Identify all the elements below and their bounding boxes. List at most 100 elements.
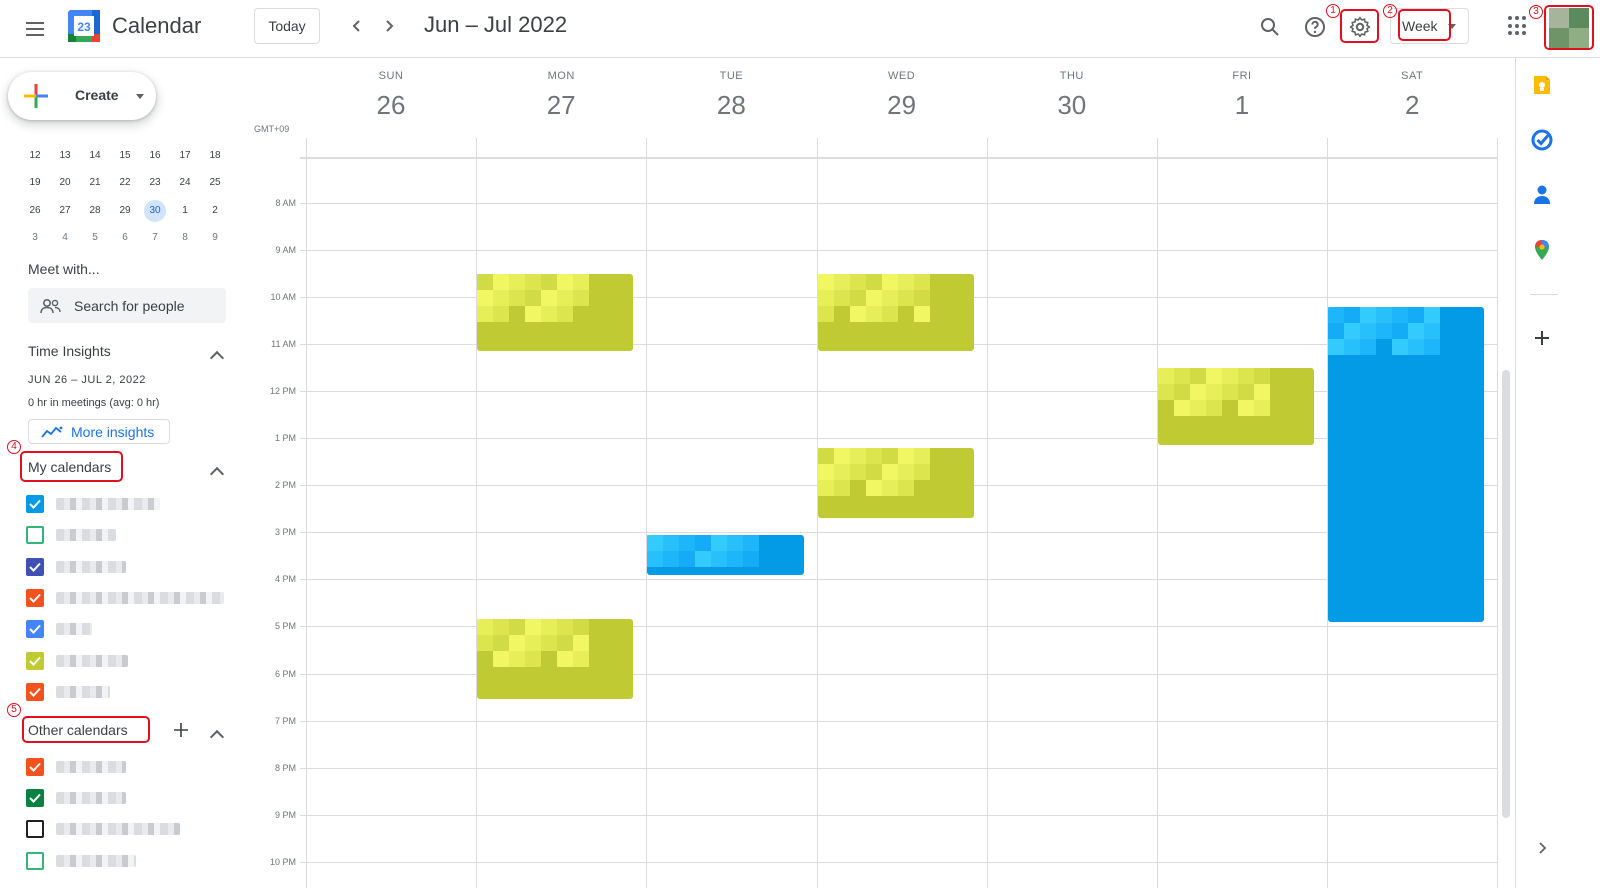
mini-calendar-day[interactable]: 25	[200, 172, 230, 194]
calendar-event[interactable]	[647, 534, 804, 575]
checkbox-checked[interactable]	[26, 620, 44, 639]
calendar-list-item[interactable]	[26, 588, 224, 607]
calendar-event[interactable]	[1328, 306, 1485, 622]
create-button[interactable]: Create	[8, 72, 156, 120]
calendar-list-item[interactable]	[26, 557, 126, 576]
today-button[interactable]: Today	[254, 8, 320, 44]
mini-calendar-day[interactable]: 5	[80, 227, 110, 249]
checkbox-checked[interactable]	[26, 789, 44, 808]
add-calendar-icon[interactable]	[174, 723, 188, 737]
calendar-event[interactable]	[817, 447, 974, 519]
checkbox-unchecked[interactable]	[26, 526, 44, 545]
calendar-list-item[interactable]	[26, 495, 160, 513]
chevron-up-icon[interactable]	[209, 466, 225, 482]
calendar-list-item[interactable]	[26, 851, 136, 870]
day-header-sun[interactable]: SUN 26	[306, 70, 476, 121]
mini-calendar-day[interactable]: 19	[20, 172, 50, 194]
chevron-right-icon[interactable]	[375, 12, 403, 40]
calendar-list-item[interactable]	[26, 620, 92, 639]
maps-icon[interactable]	[1530, 238, 1554, 262]
tasks-icon[interactable]	[1530, 128, 1554, 152]
checkbox-checked[interactable]	[26, 682, 44, 701]
checkbox-unchecked[interactable]	[26, 820, 44, 839]
redacted-event-title	[881, 289, 898, 306]
checkbox-unchecked[interactable]	[26, 851, 44, 870]
mini-calendar-day[interactable]: 28	[80, 200, 110, 222]
chevron-left-icon[interactable]	[343, 12, 371, 40]
mini-calendar-day[interactable]: 21	[80, 172, 110, 194]
account-avatar[interactable]	[1549, 8, 1589, 48]
mini-calendar-day[interactable]: 20	[50, 172, 80, 194]
day-header-tue[interactable]: TUE 28	[646, 70, 816, 121]
chevron-up-icon[interactable]	[209, 350, 225, 366]
contacts-icon[interactable]	[1530, 183, 1554, 207]
checkbox-checked[interactable]	[26, 588, 44, 607]
mini-calendar-day[interactable]: 23	[140, 172, 170, 194]
calendar-event[interactable]	[817, 273, 974, 352]
plus-icon[interactable]	[1530, 326, 1554, 350]
calendar-event[interactable]	[477, 619, 634, 700]
view-switcher-button[interactable]: Week	[1390, 8, 1469, 44]
chevron-right-icon[interactable]	[1530, 836, 1554, 860]
mini-calendar-day[interactable]: 3	[20, 227, 50, 249]
grid-scrollbar[interactable]	[1502, 370, 1510, 818]
day-number[interactable]: 29	[817, 90, 987, 121]
my-calendars-title[interactable]: My calendars	[28, 459, 111, 475]
search-people-input[interactable]: Search for people	[28, 288, 226, 323]
day-number[interactable]: 28	[646, 90, 816, 121]
mini-calendar-day[interactable]: 9	[200, 227, 230, 249]
day-header-fri[interactable]: FRI 1	[1157, 70, 1327, 121]
mini-calendar-day[interactable]: 26	[20, 200, 50, 222]
mini-calendar-today[interactable]: 30	[144, 199, 166, 222]
calendar-event[interactable]	[1158, 367, 1315, 446]
mini-calendar-day[interactable]: 15	[110, 145, 140, 167]
calendar-list-item[interactable]	[26, 789, 126, 808]
mini-calendar-day[interactable]: 14	[80, 145, 110, 167]
checkbox-checked[interactable]	[26, 758, 44, 776]
chevron-up-icon[interactable]	[209, 729, 225, 745]
other-calendars-title[interactable]: Other calendars	[28, 722, 128, 738]
day-header-thu[interactable]: THU 30	[987, 70, 1157, 121]
checkbox-checked[interactable]	[26, 495, 44, 513]
gear-icon[interactable]	[1345, 12, 1375, 42]
apps-grid-icon[interactable]	[1508, 16, 1528, 36]
mini-calendar-day[interactable]: 6	[110, 227, 140, 249]
mini-calendar-day[interactable]: 18	[200, 145, 230, 167]
mini-calendar-day[interactable]: 22	[110, 172, 140, 194]
mini-calendar-day[interactable]: 24	[170, 172, 200, 194]
more-insights-button[interactable]: More insights	[28, 419, 170, 444]
calendar-list-item[interactable]	[26, 651, 128, 670]
mini-calendar-day[interactable]: 1	[170, 200, 200, 222]
mini-calendar-day[interactable]: 27	[50, 200, 80, 222]
day-header-wed[interactable]: WED 29	[817, 70, 987, 121]
calendar-list-item[interactable]	[26, 526, 116, 545]
calendar-list-item[interactable]	[26, 758, 126, 776]
mini-calendar-day[interactable]: 29	[110, 200, 140, 222]
day-number[interactable]: 26	[306, 90, 476, 121]
hamburger-menu-icon[interactable]	[22, 16, 48, 42]
mini-calendar-day[interactable]: 17	[170, 145, 200, 167]
mini-calendar-day[interactable]: 12	[20, 145, 50, 167]
help-icon[interactable]	[1300, 12, 1330, 42]
calendar-event[interactable]	[477, 273, 634, 352]
day-number[interactable]: 27	[476, 90, 646, 121]
mini-calendar-day[interactable]: 13	[50, 145, 80, 167]
day-header-sat[interactable]: SAT 2	[1327, 70, 1497, 121]
redacted-event-title	[833, 463, 850, 480]
hour-label: 1 PM	[274, 433, 296, 444]
keep-icon[interactable]	[1530, 73, 1554, 97]
day-number[interactable]: 1	[1157, 90, 1327, 121]
day-number[interactable]: 30	[987, 90, 1157, 121]
checkbox-checked[interactable]	[26, 651, 44, 670]
mini-calendar-day[interactable]: 8	[170, 227, 200, 249]
calendar-list-item[interactable]	[26, 682, 110, 701]
checkbox-checked[interactable]	[26, 557, 44, 576]
mini-calendar-day[interactable]: 7	[140, 227, 170, 249]
day-header-mon[interactable]: MON 27	[476, 70, 646, 121]
day-number[interactable]: 2	[1327, 90, 1497, 121]
search-icon[interactable]	[1255, 12, 1285, 42]
calendar-list-item[interactable]	[26, 820, 180, 839]
mini-calendar-day[interactable]: 2	[200, 200, 230, 222]
mini-calendar-day[interactable]: 16	[140, 145, 170, 167]
mini-calendar-day[interactable]: 4	[50, 227, 80, 249]
